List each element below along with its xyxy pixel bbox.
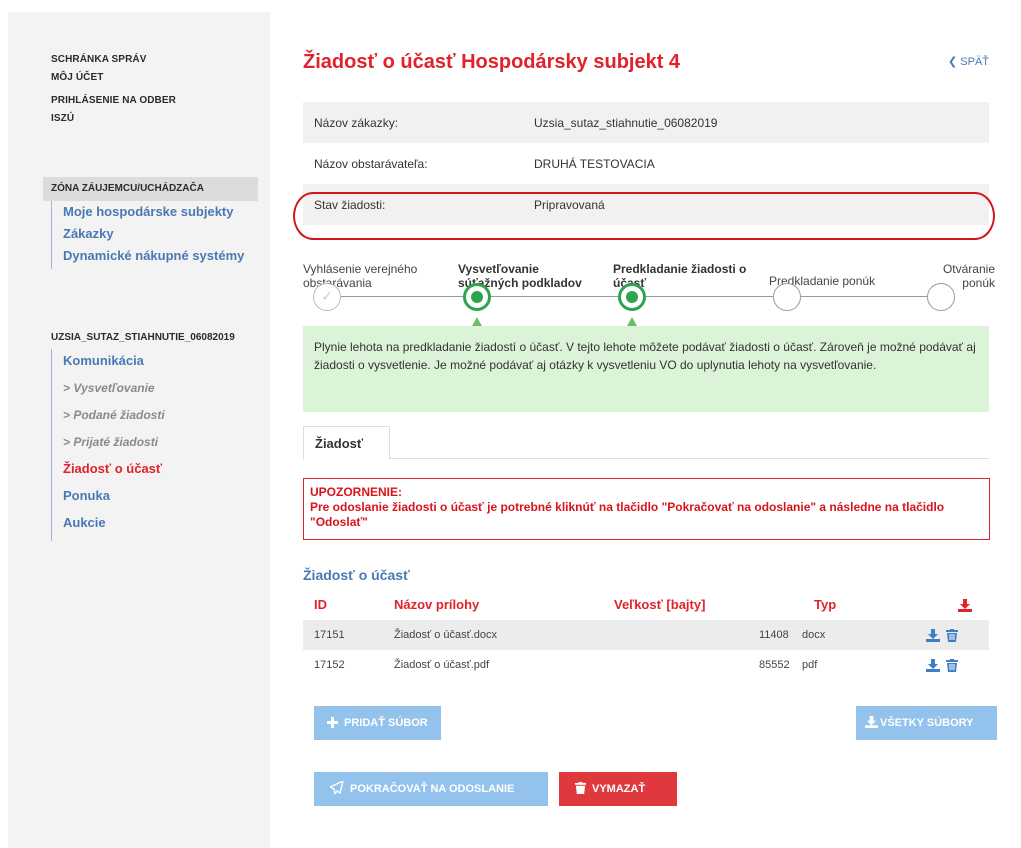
- sidebar-project-title: UZSIA_SUTAZ_STIAHNUTIE_06082019: [51, 332, 235, 343]
- sidebar-item-contracts[interactable]: Zákazky: [63, 225, 261, 243]
- table-row: 17151 Žiadosť o účasť.docx 11408 docx: [303, 620, 989, 650]
- progress-steps: Vyhlásenie verejného obstarávania Vysvet…: [303, 250, 1003, 330]
- download-icon: [865, 716, 878, 728]
- app-shell: SCHRÁNKA SPRÁV MÔJ ÚČET PRIHLÁSENIE NA O…: [8, 12, 1021, 848]
- info-value: Uzsia_sutaz_stiahnutie_06082019: [534, 115, 718, 130]
- step-circle-pending: [773, 283, 801, 311]
- tabs: Žiadosť: [303, 426, 989, 460]
- trash-icon[interactable]: [946, 629, 959, 642]
- header-type: Typ: [814, 597, 837, 612]
- sidebar-item-participation-request[interactable]: Žiadosť o účasť: [63, 460, 261, 478]
- sidebar-item-communication[interactable]: Komunikácia: [63, 352, 261, 370]
- download-icon[interactable]: [926, 659, 940, 672]
- download-icon[interactable]: [926, 629, 940, 642]
- sidebar-item-dynamic-systems[interactable]: Dynamické nákupné systémy: [63, 247, 261, 265]
- cell-type: docx: [802, 629, 826, 641]
- sidebar-zone-list: Moje hospodárske subjekty Zákazky Dynami…: [51, 201, 261, 269]
- sidebar-item-explanations[interactable]: > Vysvetľovanie: [63, 379, 261, 397]
- cell-name: Žiadosť o účasť.docx: [394, 629, 498, 641]
- add-file-button[interactable]: PRIDAŤ SÚBOR: [314, 706, 441, 740]
- trash-icon[interactable]: [946, 659, 959, 672]
- delete-label: VYMAZAŤ: [592, 783, 646, 795]
- sidebar-item-received-requests[interactable]: > Prijaté žiadosti: [63, 433, 261, 451]
- row-actions: [926, 659, 959, 675]
- sidebar-link-iszu[interactable]: ISZÚ: [51, 113, 176, 124]
- cell-size: 11408: [759, 629, 789, 641]
- add-file-label: PRIDAŤ SÚBOR: [344, 717, 428, 729]
- table-header: ID Názov prílohy Veľkosť [bajty] Typ: [303, 590, 989, 620]
- sidebar-item-auctions[interactable]: Aukcie: [63, 514, 261, 532]
- cell-id: 17152: [314, 659, 345, 671]
- info-label: Názov zákazky:: [314, 115, 399, 130]
- back-label: SPÄŤ: [960, 56, 989, 68]
- sidebar-item-business-entities[interactable]: Moje hospodárske subjekty: [63, 203, 261, 221]
- header-name: Názov prílohy: [394, 597, 480, 612]
- step-circle-active: [463, 283, 491, 311]
- page-title: Žiadosť o účasť Hospodársky subjekt 4: [303, 51, 681, 73]
- step-circle-pending: [927, 283, 955, 311]
- cell-id: 17151: [314, 629, 345, 641]
- back-link[interactable]: ❮ SPÄŤ: [948, 55, 989, 68]
- download-all-icon[interactable]: [958, 598, 972, 615]
- top-bar: [0, 0, 1021, 12]
- section-title: Žiadosť o účasť: [303, 567, 410, 583]
- info-value: DRUHÁ TESTOVACIA: [534, 156, 655, 171]
- warning-box: UPOZORNENIE: Pre odoslanie žiadosti o úč…: [303, 478, 990, 540]
- header-size: Veľkosť [bajty]: [614, 597, 706, 612]
- step-connector: [341, 296, 463, 297]
- all-files-label: VŠETKY SÚBORY: [880, 717, 974, 729]
- sidebar-link-my-account[interactable]: MÔJ ÚČET: [51, 72, 176, 83]
- trash-icon: [575, 782, 586, 794]
- all-files-button[interactable]: VŠETKY SÚBORY: [856, 706, 997, 740]
- warning-title: UPOZORNENIE:: [310, 485, 403, 499]
- info-label: Názov obstarávateľa:: [314, 156, 428, 171]
- info-row: Názov zákazky: Uzsia_sutaz_stiahnutie_06…: [303, 102, 989, 143]
- step-connector: [801, 296, 927, 297]
- step-circle-active: [618, 283, 646, 311]
- cell-name: Žiadosť o účasť.pdf: [394, 659, 490, 671]
- deadline-notice: Plynie lehota na predkladanie žiadostí o…: [303, 326, 989, 412]
- step-pointer: [627, 317, 637, 326]
- info-row: Názov obstarávateľa: DRUHÁ TESTOVACIA: [303, 143, 989, 184]
- sidebar-link-message-box[interactable]: SCHRÁNKA SPRÁV: [51, 54, 176, 65]
- delete-button[interactable]: VYMAZAŤ: [559, 772, 677, 806]
- check-icon: ✓: [321, 288, 333, 304]
- step-pointer: [472, 317, 482, 326]
- sidebar-item-submitted-requests[interactable]: > Podané žiadosti: [63, 406, 261, 424]
- sidebar-top-links: SCHRÁNKA SPRÁV MÔJ ÚČET PRIHLÁSENIE NA O…: [51, 54, 176, 131]
- status-highlight-oval: [293, 192, 995, 240]
- row-actions: [926, 629, 959, 645]
- step-circle-done: ✓: [313, 283, 341, 311]
- cell-type: pdf: [802, 659, 818, 671]
- sidebar-item-offer[interactable]: Ponuka: [63, 487, 261, 505]
- continue-to-send-button[interactable]: POKRAČOVAŤ NA ODOSLANIE: [314, 772, 548, 806]
- step-connector: [646, 296, 773, 297]
- header-id: ID: [314, 597, 327, 612]
- sidebar-project-list: Komunikácia > Vysvetľovanie > Podané žia…: [51, 349, 261, 541]
- chevron-left-icon: ❮: [948, 56, 958, 68]
- plus-icon: [327, 717, 338, 728]
- step-connector: [491, 296, 618, 297]
- paper-plane-icon: [328, 779, 345, 796]
- tab-request[interactable]: Žiadosť: [303, 426, 390, 460]
- sidebar-zone-title: ZÓNA ZÁUJEMCU/UCHÁDZAČA: [43, 177, 258, 201]
- sidebar-link-subscription[interactable]: PRIHLÁSENIE NA ODBER: [51, 95, 176, 106]
- table-row: 17152 Žiadosť o účasť.pdf 85552 pdf: [303, 650, 989, 680]
- continue-label: POKRAČOVAŤ NA ODOSLANIE: [350, 783, 515, 795]
- warning-text: Pre odoslanie žiadosti o účasť je potreb…: [310, 500, 945, 529]
- sidebar: SCHRÁNKA SPRÁV MÔJ ÚČET PRIHLÁSENIE NA O…: [8, 12, 270, 848]
- cell-size: 85552: [759, 659, 790, 671]
- attachments-table: ID Názov prílohy Veľkosť [bajty] Typ 171…: [303, 590, 989, 680]
